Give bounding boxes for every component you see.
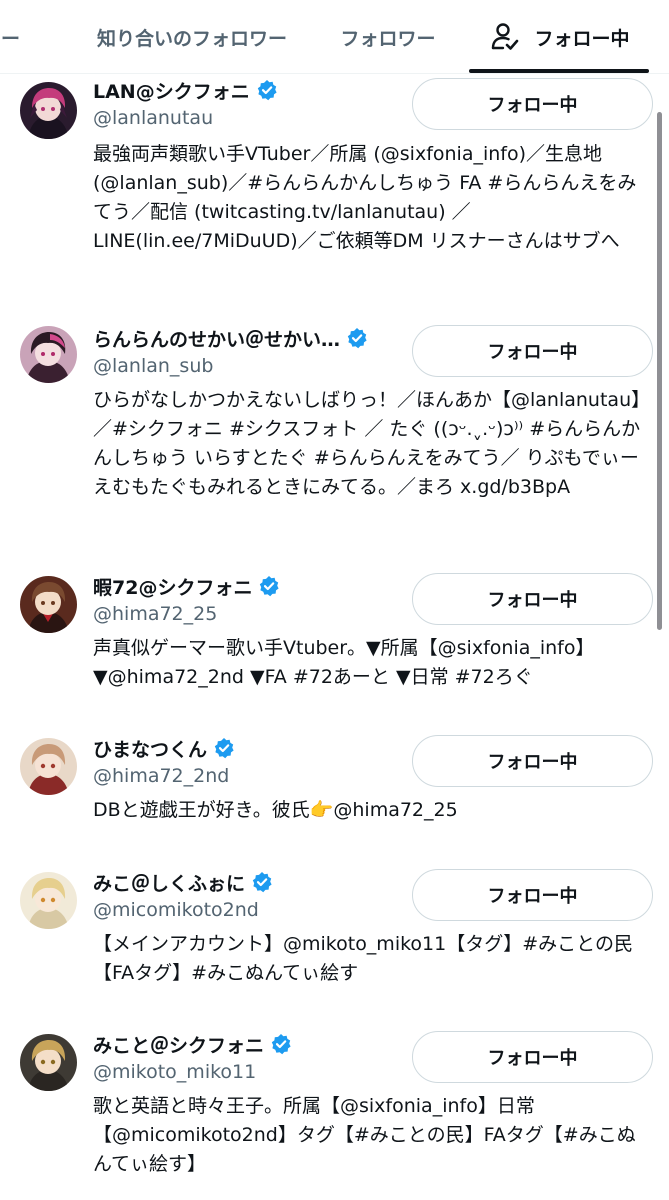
name-row: ひまなつくん — [93, 734, 235, 762]
avatar[interactable] — [20, 82, 77, 139]
user-handle: @hima72_2nd — [93, 765, 230, 787]
verified-badge-icon — [257, 80, 277, 101]
display-name[interactable]: LAN@シクフォニ — [93, 77, 250, 104]
active-tab-indicator — [469, 69, 649, 73]
tab-followers[interactable]: フォロワー — [318, 0, 458, 74]
tab-label: 知り合いのフォロワー — [96, 27, 287, 50]
avatar[interactable] — [20, 872, 77, 929]
user-handle: @lanlanutau — [93, 107, 214, 129]
following-button[interactable]: フォロー中 — [412, 869, 653, 921]
tab-label: フォロー中 — [534, 27, 630, 50]
verified-badge-icon — [271, 1034, 291, 1055]
display-name[interactable]: みこ＠しくふぉに — [93, 869, 245, 896]
verified-badge-icon — [214, 738, 234, 759]
user-bio: DBと遊戯王が好き。彼氏👉@hima72_25 — [93, 799, 458, 821]
tab-followers-you-know[interactable]: 知り合いのフォロワー — [72, 0, 312, 74]
avatar[interactable] — [20, 738, 77, 795]
user-handle: @lanlan_sub — [93, 355, 214, 377]
tab-label: フォロワー — [340, 27, 436, 50]
tab-label: ワー — [0, 27, 21, 50]
following-button[interactable]: フォロー中 — [412, 325, 653, 377]
following-button[interactable]: フォロー中 — [412, 78, 653, 130]
user-bio: ひらがなしかつかえないしばりっ！／ほんあか【@lanlanutau】／#シクフォ… — [93, 389, 641, 498]
user-bio: 【メインアカウント】@mikoto_miko11【タグ】#みことの民【FAタグ】… — [93, 933, 633, 984]
avatar[interactable] — [20, 1034, 77, 1091]
user-bio: 歌と英語と時々王子。所属【@sixfonia_info】日常【@micomiko… — [93, 1095, 636, 1175]
avatar[interactable] — [20, 326, 77, 383]
following-button[interactable]: フォロー中 — [412, 735, 653, 787]
name-row: らんらんのせかい＠せかい… — [93, 324, 368, 352]
verified-badge-icon — [252, 872, 272, 893]
display-name[interactable]: みこと＠シクフォニ — [93, 1031, 264, 1058]
user-handle: @hima72_25 — [93, 603, 218, 625]
user-handle: @micomikoto2nd — [93, 899, 259, 921]
name-row: みこ＠しくふぉに — [93, 868, 273, 896]
tab-following[interactable]: フォロー中 — [470, 0, 650, 74]
following-button[interactable]: フォロー中 — [412, 573, 653, 625]
tab-followers-you-know-cut[interactable]: ワー — [0, 0, 50, 74]
avatar[interactable] — [20, 576, 77, 633]
display-name[interactable]: らんらんのせかい＠せかい… — [93, 325, 340, 352]
name-row: みこと＠シクフォニ — [93, 1030, 292, 1058]
following-button[interactable]: フォロー中 — [412, 1031, 653, 1083]
verified-badge-icon — [260, 576, 280, 597]
tab-bar: ワー 知り合いのフォロワー フォロワー フォロー中 — [0, 0, 669, 74]
person-check-icon — [492, 23, 519, 50]
verified-badge-icon — [347, 328, 367, 349]
user-bio: 声真似ゲーマー歌い手Vtuber。▼所属【@sixfonia_info】▼@hi… — [93, 637, 595, 688]
display-name[interactable]: 暇72@シクフォニ — [93, 573, 252, 600]
scrollbar[interactable] — [657, 112, 662, 630]
user-handle: @mikoto_miko11 — [93, 1061, 257, 1083]
display-name[interactable]: ひまなつくん — [93, 735, 207, 762]
name-row: LAN@シクフォニ — [93, 76, 278, 104]
name-row: 暇72@シクフォニ — [93, 572, 280, 600]
user-bio: 最強両声類歌い手VTuber／所属 (@sixfonia_info)／生息地 (… — [93, 143, 637, 252]
